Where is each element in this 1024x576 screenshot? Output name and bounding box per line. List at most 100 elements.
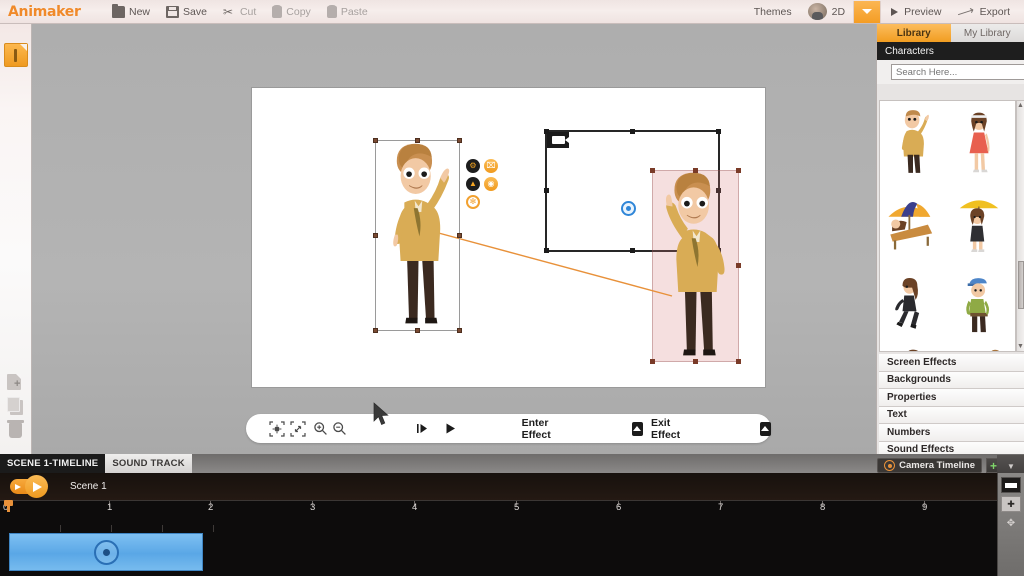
properties-action-button[interactable]: ◉ [484,177,498,191]
actual-size-icon[interactable] [289,417,306,441]
thumb-sun-lounger [888,202,933,250]
cut-button[interactable]: ✂ Cut [215,0,264,24]
resize-handle[interactable] [692,359,698,364]
search-input[interactable] [891,64,1024,80]
timeline-play-button[interactable] [25,475,48,498]
enter-effect-label[interactable]: Enter Effect [522,417,564,441]
character-thumbnail-grid[interactable] [879,100,1016,352]
category-backgrounds[interactable]: Backgrounds [879,371,1024,389]
resize-handle[interactable] [736,168,741,173]
chevron-down-icon [862,9,873,14]
category-numbers[interactable]: Numbers [879,424,1024,442]
stage-area[interactable]: ⚙ ⌧ ▲ ◉ ✻ Enter Effect Exit Effect [32,24,876,454]
resize-handle[interactable] [373,328,378,333]
list-item[interactable] [946,347,1012,351]
timeline-pan-button[interactable]: ✥ [1001,515,1021,531]
resize-handle[interactable] [457,232,462,238]
collapse-icon[interactable]: ▼ [1007,462,1015,471]
delete-page-button[interactable] [7,420,25,440]
list-item[interactable] [946,265,1012,347]
layer-action-button[interactable]: ▲ [466,177,480,191]
category-screen-effects[interactable]: Screen Effects [879,354,1024,372]
resize-handle[interactable] [457,138,462,143]
tab-scene-1-timeline[interactable]: SCENE 1-TIMELINE [0,454,106,473]
resize-handle[interactable] [650,168,655,173]
paste-button-label: Paste [340,5,368,18]
exit-effect-label[interactable]: Exit Effect [651,417,688,441]
effects-action-button[interactable]: ✻ [466,195,480,209]
camera-keyframe-icon[interactable] [93,539,119,565]
preview-dropdown-button[interactable] [853,0,882,23]
scene-strip-sidebar[interactable]: + [0,24,32,454]
category-text[interactable]: Text [879,406,1024,424]
mode-2d-button[interactable]: 2D [800,0,853,24]
camera-focus-target-icon[interactable] [621,201,636,216]
resize-handle[interactable] [650,359,655,364]
scene-1-thumbnail[interactable] [4,43,28,67]
timeline-track-button[interactable] [1001,477,1021,493]
exit-effect-dropdown-button[interactable] [759,421,771,436]
copy-button[interactable]: Copy [264,0,319,24]
zoom-in-icon[interactable] [312,417,329,441]
resize-handle[interactable] [692,168,698,173]
timeline-ruler[interactable]: 0 1 2 3 4 5 6 7 8 9 [0,500,997,522]
delete-action-button[interactable]: ⌧ [484,159,498,173]
timeline-zoom-button[interactable]: ✚ [1001,496,1021,512]
library-scrollbar[interactable]: ▲ ▼ [1016,100,1024,352]
resize-handle[interactable] [736,263,741,268]
character-action-menu: ⚙ ⌧ ▲ ◉ ✻ [466,159,498,221]
list-item[interactable] [880,265,946,347]
resize-handle[interactable] [414,138,420,143]
zoom-out-icon[interactable] [331,417,348,441]
tab-sound-track[interactable]: SOUND TRACK [105,454,192,473]
camera-timeline-label: Camera Timeline [899,460,975,471]
resize-handle[interactable] [544,188,549,193]
list-item[interactable] [946,101,1012,183]
duplicate-page-button[interactable] [7,396,25,416]
settings-action-button[interactable]: ⚙ [466,159,480,173]
new-button[interactable]: New [104,0,158,24]
save-button[interactable]: Save [158,0,215,24]
scrollbar-thumb[interactable] [1018,261,1024,309]
scroll-down-icon[interactable]: ▼ [1017,342,1024,351]
save-button-label: Save [183,5,207,18]
resize-handle[interactable] [544,129,549,134]
play-icon[interactable] [441,417,458,441]
list-item[interactable] [946,183,1012,265]
add-page-button[interactable]: + [7,372,25,392]
export-button[interactable]: ⟶ Export [949,0,1024,24]
timeline-scene-row[interactable] [0,473,1024,500]
step-play-icon[interactable] [414,417,431,441]
ruler-tick: 3 [310,502,316,513]
scroll-up-icon[interactable]: ▲ [1017,101,1024,110]
timeline-play-controls [10,475,58,498]
preview-button[interactable]: Preview [881,0,949,24]
camera-timeline-button[interactable]: Camera Timeline [877,458,982,473]
paste-button[interactable]: Paste [319,0,376,24]
resize-handle[interactable] [373,138,378,143]
resize-handle[interactable] [414,328,420,333]
timeline-playhead[interactable] [4,500,13,512]
resize-handle[interactable] [373,232,378,238]
resize-handle[interactable] [736,359,741,364]
category-properties[interactable]: Properties [879,389,1024,407]
camera-target-icon [884,460,896,471]
thumb-man-waving [901,110,929,173]
list-item[interactable] [880,101,946,183]
tab-my-library[interactable]: My Library [950,24,1024,42]
fit-to-screen-icon[interactable] [268,417,285,441]
enter-effect-dropdown-button[interactable] [631,421,643,436]
list-item[interactable] [880,183,946,265]
paste-icon [326,4,337,18]
tab-library[interactable]: Library [877,24,951,42]
character-1-selection[interactable] [373,138,462,333]
thumb-woman-portrait [908,349,918,351]
ruler-tick: 7 [718,502,724,513]
resize-handle[interactable] [457,328,462,333]
list-item[interactable] [880,347,946,351]
themes-button[interactable]: Themes [746,0,800,24]
camera-clip-1[interactable] [9,533,203,571]
cut-button-label: Cut [239,5,257,18]
resize-handle[interactable] [716,129,721,134]
resize-handle[interactable] [629,129,635,134]
